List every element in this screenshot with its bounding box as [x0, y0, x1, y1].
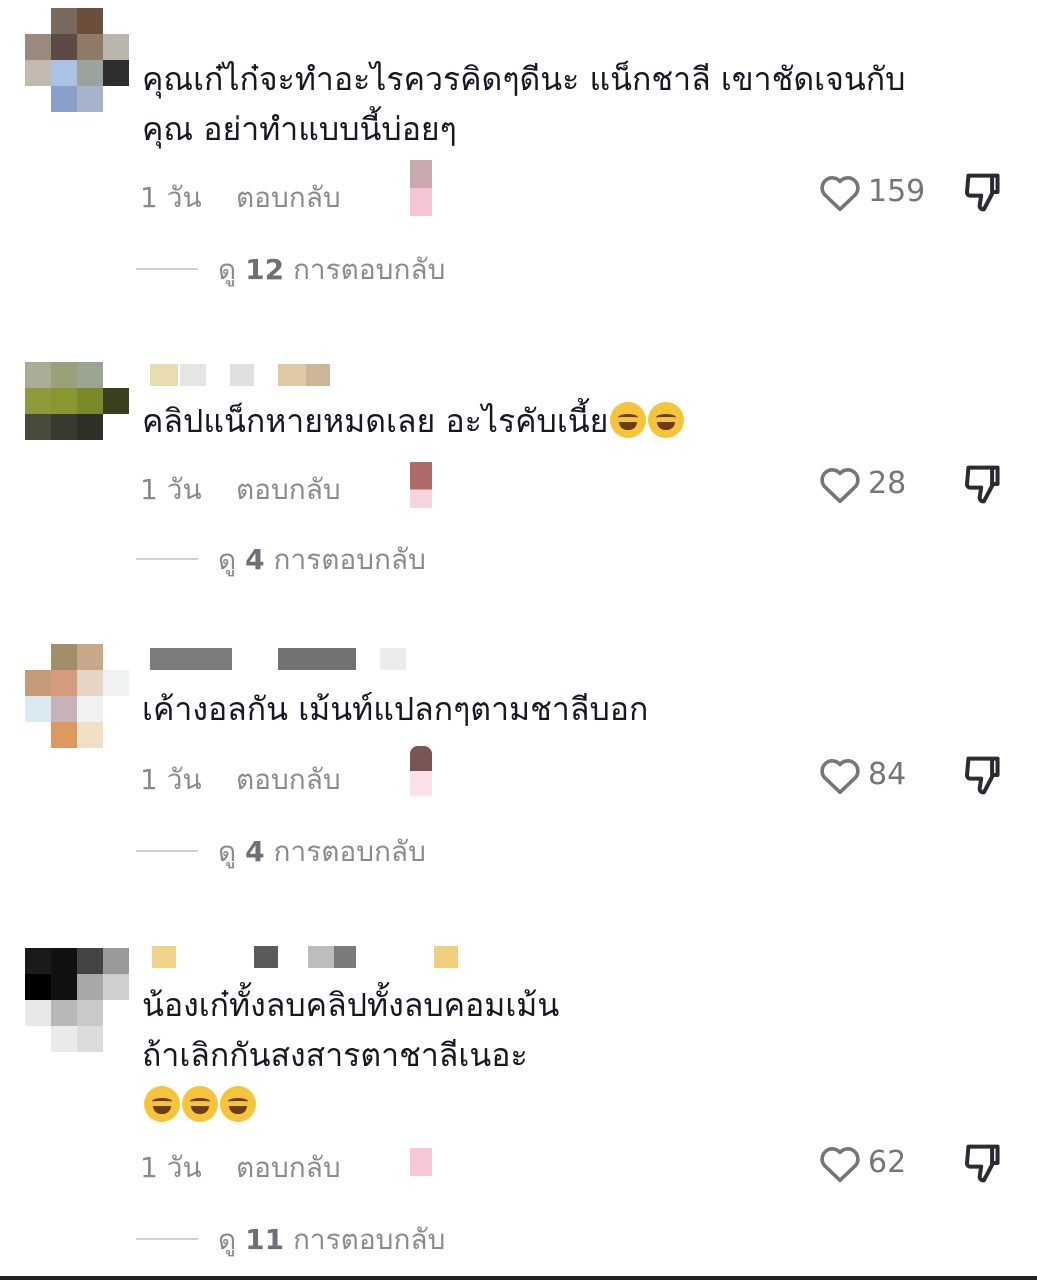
- comment-text-content: คลิปแน็กหายหมดเลย อะไรคับเนี้ย: [142, 402, 609, 440]
- sticker-thumbnail: [410, 160, 432, 216]
- sticker-thumbnail: [410, 1148, 432, 1176]
- username-redacted[interactable]: [150, 926, 460, 968]
- comment-text-content: น้องเก๋ทั้งลบคลิปทั้งลบคอมเม้น ถ้าเลิกกั…: [142, 986, 560, 1074]
- avatar[interactable]: [25, 644, 129, 748]
- like-count: 28: [868, 466, 907, 501]
- like-count: 62: [868, 1145, 907, 1180]
- bottom-border: [0, 1276, 1037, 1280]
- tears-of-joy-emoji: [648, 402, 685, 438]
- reply-button[interactable]: ตอบกลับ: [236, 1146, 341, 1190]
- replies-count: 12: [245, 253, 285, 286]
- view-replies-label: การตอบกลับ: [292, 253, 446, 286]
- heart-outline-icon[interactable]: [818, 755, 862, 795]
- view-replies-label: การตอบกลับ: [292, 1223, 446, 1256]
- view-replies-label: การตอบกลับ: [273, 543, 426, 576]
- comment-time: 1 วัน: [140, 181, 202, 214]
- comment-time: 1 วัน: [140, 763, 202, 796]
- view-replies-prefix: ดู: [218, 253, 237, 286]
- comment-text: คลิปแน็กหายหมดเลย อะไรคับเนี้ย: [142, 396, 1022, 446]
- comment-text: เค้างอลกัน เม้นท์แปลกๆตามชาลีบอก: [142, 690, 649, 728]
- avatar[interactable]: [25, 8, 129, 112]
- thumbs-down-icon[interactable]: [963, 1141, 1003, 1185]
- smirk-emoji: [220, 1086, 256, 1122]
- smirk-emoji: [144, 1086, 180, 1122]
- tears-of-joy-emoji: [610, 402, 647, 438]
- heart-outline-icon[interactable]: [818, 1143, 862, 1183]
- divider: [136, 850, 198, 852]
- view-replies-prefix: ดู: [218, 1223, 237, 1256]
- thumbs-down-icon[interactable]: [963, 753, 1003, 797]
- username-redacted[interactable]: [150, 640, 420, 676]
- replies-count: 4: [245, 835, 265, 868]
- comment-text: น้องเก๋ทั้งลบคลิปทั้งลบคอมเม้น ถ้าเลิกกั…: [142, 980, 1022, 1130]
- comment-text: คุณเก๋ไก๋จะทำอะไรควรคิดๆดีนะ แน็กชาลี เข…: [142, 60, 906, 148]
- thumbs-down-icon[interactable]: [963, 170, 1003, 214]
- avatar[interactable]: [25, 948, 129, 1052]
- like-count: 159: [868, 174, 926, 209]
- divider: [136, 1238, 198, 1240]
- comment-time: 1 วัน: [140, 1151, 202, 1184]
- reply-button[interactable]: ตอบกลับ: [236, 468, 341, 512]
- sticker-thumbnail: [410, 746, 432, 796]
- smirk-emoji: [182, 1086, 218, 1122]
- avatar[interactable]: [25, 362, 129, 466]
- username-redacted[interactable]: [150, 346, 340, 386]
- reply-button[interactable]: ตอบกลับ: [236, 758, 341, 802]
- like-count: 84: [868, 757, 907, 792]
- heart-outline-icon[interactable]: [818, 172, 862, 212]
- comment-time: 1 วัน: [140, 473, 202, 506]
- replies-count: 11: [245, 1223, 285, 1256]
- thumbs-down-icon[interactable]: [963, 462, 1003, 506]
- view-replies-prefix: ดู: [218, 835, 237, 868]
- reply-button[interactable]: ตอบกลับ: [236, 176, 341, 220]
- divider: [136, 268, 198, 270]
- view-replies-prefix: ดู: [218, 543, 237, 576]
- sticker-thumbnail: [410, 462, 432, 508]
- divider: [136, 558, 198, 560]
- view-replies-label: การตอบกลับ: [273, 835, 426, 868]
- replies-count: 4: [245, 543, 265, 576]
- heart-outline-icon[interactable]: [818, 464, 862, 504]
